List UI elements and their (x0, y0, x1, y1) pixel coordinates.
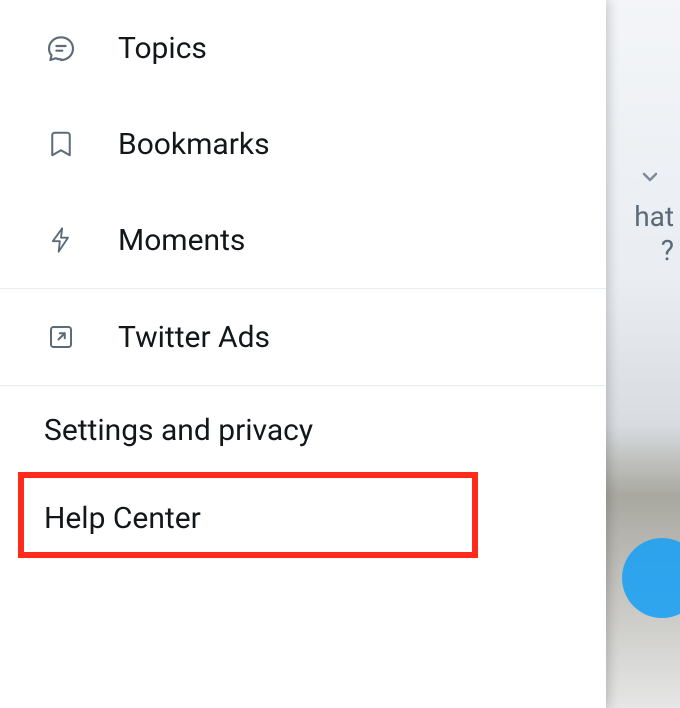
menu-item-bookmarks[interactable]: Bookmarks (0, 96, 606, 192)
menu-item-label: Bookmarks (118, 127, 270, 162)
topics-icon (44, 32, 78, 64)
menu-item-twitter-ads[interactable]: Twitter Ads (0, 289, 606, 385)
navigation-drawer: Topics Bookmarks Moments Twitter Ads (0, 0, 606, 708)
menu-item-help-center[interactable]: Help Center (0, 474, 606, 562)
menu-item-label: Settings and privacy (44, 413, 313, 448)
compose-tweet-fab[interactable] (622, 538, 680, 618)
external-link-icon (44, 322, 78, 352)
bookmark-icon (44, 128, 78, 160)
background-text-fragment: hat ? (634, 200, 674, 267)
menu-item-topics[interactable]: Topics (0, 0, 606, 96)
menu-item-label: Topics (118, 31, 207, 66)
menu-item-label: Twitter Ads (118, 320, 270, 355)
chevron-down-icon (638, 165, 662, 189)
background-feed-obscured: hat ? (606, 0, 680, 708)
menu-item-moments[interactable]: Moments (0, 192, 606, 288)
menu-item-label: Help Center (44, 501, 201, 536)
lightning-icon (44, 224, 78, 256)
menu-item-settings-privacy[interactable]: Settings and privacy (0, 386, 606, 474)
menu-item-label: Moments (118, 223, 245, 258)
